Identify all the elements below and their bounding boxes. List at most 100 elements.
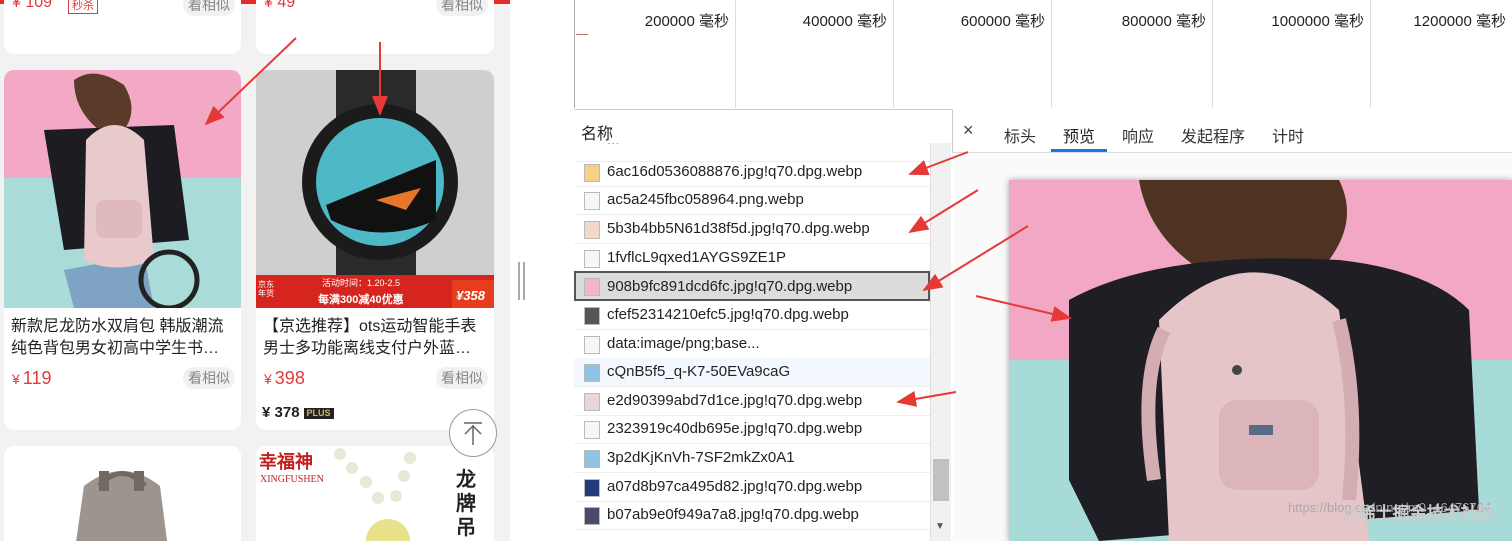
file-icon: [584, 421, 600, 439]
image-file-icon: [584, 479, 600, 497]
necklace-product-image[interactable]: [330, 446, 450, 541]
plus-price-value: ¥ 378: [262, 404, 300, 421]
price-fragment: ¥ 109: [12, 0, 53, 11]
image-file-icon: [584, 278, 600, 296]
timeline-tick: 600000 毫秒: [893, 0, 1052, 108]
product-card-top-right[interactable]: ¥ 49 看相似: [256, 0, 494, 54]
product-card-bottom-right[interactable]: 幸福神 XINGFUSHEN 龙牌吊: [256, 446, 494, 541]
plus-price: ¥ 378 PLUS: [262, 404, 334, 421]
file-icon: [584, 336, 600, 354]
request-list[interactable]: ... 6ac16d0536088876.jpg!q70.dpg.webp ac…: [574, 143, 930, 541]
price-value: 119: [22, 368, 52, 388]
request-name: 5b3b4bb5N61d38f5d.jpg!q70.dpg.webp: [607, 220, 870, 237]
image-price-tag: ¥358: [456, 288, 485, 303]
preview-image[interactable]: [1009, 180, 1512, 541]
request-name: 2323919c40db695e.jpg!q70.dpg.webp: [607, 420, 863, 437]
tab-headers[interactable]: 标头: [1004, 123, 1036, 147]
request-name: b07ab9e0f949a7a8.jpg!q70.dpg.webp: [607, 506, 859, 523]
request-row[interactable]: 2323919c40db695e.jpg!q70.dpg.webp: [574, 415, 930, 444]
similar-button[interactable]: 看相似: [436, 0, 488, 16]
currency-symbol: ¥: [12, 371, 20, 387]
file-icon: [584, 250, 600, 268]
product-price: ¥119: [12, 368, 52, 389]
request-row[interactable]: 6ac16d0536088876.jpg!q70.dpg.webp: [574, 158, 930, 187]
tab-preview[interactable]: 预览: [1063, 123, 1095, 147]
product-title-line2: 纯色背包男女初高中学生书…: [11, 340, 220, 357]
request-name: e2d90399abd7d1ce.jpg!q70.dpg.webp: [607, 392, 863, 409]
tab-initiator[interactable]: 发起程序: [1181, 123, 1245, 147]
scrollbar-thumb[interactable]: [933, 459, 949, 501]
request-name: cfef52314210efc5.jpg!q70.dpg.webp: [607, 306, 849, 323]
scroll-down-icon[interactable]: ▼: [935, 521, 945, 532]
request-row[interactable]: cQnB5f5_q-K7-50EVa9caG: [574, 358, 930, 387]
image-banner-top: 活动时间：1.20-2.5: [322, 278, 401, 288]
name-column-header: 名称: [581, 126, 614, 143]
timeline-tick: 400000 毫秒: [735, 0, 894, 108]
image-badge: 京东年货: [258, 280, 274, 298]
product-card-watch[interactable]: 活动时间：1.20-2.5 每满300减40优惠 ¥358 京东年货 【京选推荐…: [256, 70, 494, 430]
product-title[interactable]: 新款尼龙防水双肩包 韩版潮流 纯色背包男女初高中学生书…: [11, 316, 235, 360]
product-card-bottom-left[interactable]: [4, 446, 241, 541]
timeline-tick: 200000 毫秒: [575, 0, 736, 108]
timeline-tick-label: 600000 毫秒: [960, 13, 1045, 30]
product-title-line2: 男士多功能离线支付户外蓝…: [263, 340, 472, 357]
image-file-icon: [584, 307, 600, 325]
timeline-tick: 1200000 毫秒: [1370, 0, 1512, 108]
image-file-icon: [584, 164, 600, 182]
close-icon[interactable]: ×: [963, 120, 974, 141]
currency-symbol: ¥: [264, 371, 272, 387]
image-banner-main: 每满300减40优惠: [318, 294, 404, 306]
request-name: ac5a245fbc058964.png.webp: [607, 191, 804, 208]
similar-button[interactable]: 看相似: [436, 367, 488, 389]
request-row[interactable]: ac5a245fbc058964.png.webp: [574, 186, 930, 215]
tab-timing[interactable]: 计时: [1272, 123, 1304, 147]
backpack-preview-image: [1009, 180, 1512, 541]
request-row[interactable]: data:image/png;base...: [574, 330, 930, 359]
product-price: ¥398: [264, 368, 305, 389]
requests-name-header[interactable]: 名称: [574, 109, 952, 144]
network-timeline[interactable]: 200000 毫秒 400000 毫秒 600000 毫秒 800000 毫秒 …: [574, 0, 1512, 108]
request-row[interactable]: a07d8b97ca495d82.jpg!q70.dpg.webp: [574, 473, 930, 502]
product-card-backpack[interactable]: 新款尼龙防水双肩包 韩版潮流 纯色背包男女初高中学生书… ¥119 看相似: [4, 70, 241, 430]
request-name: a07d8b97ca495d82.jpg!q70.dpg.webp: [607, 478, 863, 495]
image-file-icon: [584, 507, 600, 525]
request-name: 6ac16d0536088876.jpg!q70.dpg.webp: [607, 163, 863, 180]
request-list-scrollbar[interactable]: ▼: [930, 143, 951, 541]
bag-product-image[interactable]: [4, 446, 241, 541]
timeline-tick-label: 1200000 毫秒: [1413, 13, 1506, 30]
request-name: cQnB5f5_q-K7-50EVa9caG: [607, 363, 791, 380]
request-row[interactable]: 1fvflcL9qxed1AYGS9ZE1P: [574, 244, 930, 273]
timeline-tick-label: 400000 毫秒: [802, 13, 887, 30]
splitter-handle[interactable]: [518, 262, 526, 300]
request-row[interactable]: b07ab9e0f949a7a8.jpg!q70.dpg.webp: [574, 501, 930, 530]
similar-button[interactable]: 看相似: [183, 367, 235, 389]
timeline-tick: 1000000 毫秒: [1212, 0, 1371, 108]
price-fragment: ¥ 49: [264, 0, 296, 11]
image-file-icon: [584, 450, 600, 468]
timeline-tick-label: 1000000 毫秒: [1271, 13, 1364, 30]
brand-en: XINGFUSHEN: [260, 474, 324, 485]
product-title[interactable]: 【京选推荐】ots运动智能手表 男士多功能离线支付户外蓝…: [263, 316, 488, 360]
request-name: data:image/png;base...: [607, 335, 760, 352]
request-row[interactable]: cfef52314210efc5.jpg!q70.dpg.webp: [574, 301, 930, 330]
request-row[interactable]: e2d90399abd7d1ce.jpg!q70.dpg.webp: [574, 387, 930, 416]
request-name: 3p2dKjKnVh-7SF2mkZx0A1: [607, 449, 795, 466]
image-file-icon: [584, 364, 600, 382]
request-name: 1fvflcL9qxed1AYGS9ZE1P: [607, 249, 786, 266]
timeline-tick-label: 800000 毫秒: [1121, 13, 1206, 30]
backpack-product-image[interactable]: [4, 70, 241, 308]
plus-badge: PLUS: [303, 407, 334, 419]
product-card-top-left[interactable]: ¥ 109 秒杀 看相似: [4, 0, 241, 54]
file-icon: [584, 192, 600, 210]
request-name: 908b9fc891dcd6fc.jpg!q70.dpg.webp: [607, 278, 853, 295]
request-row-selected[interactable]: 908b9fc891dcd6fc.jpg!q70.dpg.webp: [574, 271, 930, 301]
watch-product-image[interactable]: [256, 70, 494, 308]
back-to-top-button[interactable]: [449, 409, 497, 457]
active-tab-indicator: [1051, 149, 1107, 152]
similar-button[interactable]: 看相似: [183, 0, 235, 16]
request-row[interactable]: 3p2dKjKnVh-7SF2mkZx0A1: [574, 444, 930, 473]
tab-response[interactable]: 响应: [1122, 123, 1154, 147]
request-row[interactable]: 5b3b4bb5N61d38f5d.jpg!q70.dpg.webp: [574, 215, 930, 244]
flash-tag: 秒杀: [68, 0, 98, 14]
watermark-site: @稀土掘金技术社区: [1342, 504, 1495, 523]
